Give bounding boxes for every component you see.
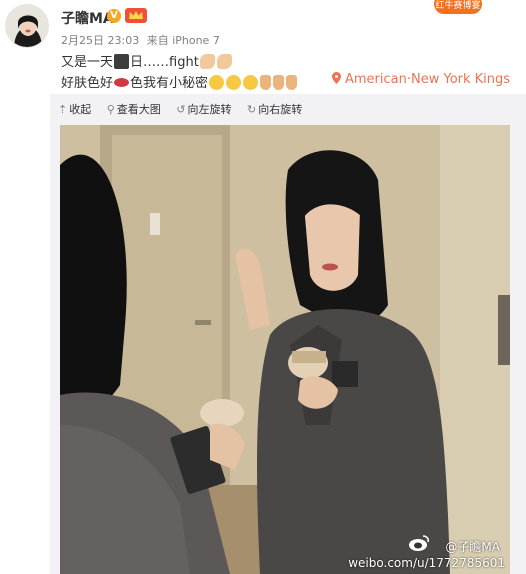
avatar[interactable] bbox=[5, 4, 49, 48]
sleepy-face-icon bbox=[243, 75, 259, 90]
flexed-arm-icon bbox=[199, 54, 215, 69]
username[interactable]: 子瞻MA bbox=[61, 8, 114, 28]
text-fragment: 日……fight bbox=[130, 55, 199, 70]
clapper-board-icon bbox=[114, 54, 130, 69]
post-date[interactable]: 2月25日 23:03 bbox=[61, 34, 139, 47]
rotate-right-button[interactable]: ↻ 向右旋转 bbox=[247, 101, 302, 117]
post-source[interactable]: 来自 iPhone 7 bbox=[147, 34, 220, 47]
location-link[interactable]: American·New York Kings bbox=[332, 72, 510, 87]
location-text: American·New York Kings bbox=[345, 72, 511, 87]
lips-icon bbox=[114, 78, 130, 87]
magnifier-icon: ⚲ bbox=[106, 103, 115, 116]
mirror-selfie-image bbox=[60, 125, 510, 574]
media-toolbar: ⇡ 收起 ⚲ 查看大图 ↺ 向左旋转 ↻ 向右旋转 bbox=[58, 101, 314, 119]
location-pin-icon bbox=[332, 72, 341, 84]
view-large-label: 查看大图 bbox=[116, 103, 161, 116]
corner-badge[interactable]: 红牛赛博宴 bbox=[434, 0, 482, 14]
member-crown-icon[interactable] bbox=[125, 8, 147, 23]
collapse-button[interactable]: ⇡ 收起 bbox=[58, 101, 91, 117]
flexed-arm-icon bbox=[216, 54, 232, 69]
collapse-label: 收起 bbox=[69, 103, 92, 116]
post-text-line-1: 又是一天 日……fight bbox=[61, 51, 233, 70]
collapse-icon: ⇡ bbox=[58, 103, 68, 116]
view-large-button[interactable]: ⚲ 查看大图 bbox=[107, 101, 161, 117]
sleepy-face-icon bbox=[226, 75, 242, 90]
watermark-url: weibo.com/u/1772785601 bbox=[348, 556, 505, 570]
pointing-down-icon bbox=[286, 75, 298, 90]
rotate-left-icon: ↺ bbox=[176, 103, 186, 116]
weibo-logo-icon bbox=[409, 535, 430, 551]
text-fragment: 色我有小秘密 bbox=[130, 76, 209, 91]
post-photo[interactable] bbox=[60, 125, 510, 574]
sleepy-face-icon bbox=[209, 75, 225, 90]
post-text-line-2: 好肤色好 色我有小秘密 bbox=[61, 72, 298, 91]
post-meta: 2月25日 23:03 来自 iPhone 7 bbox=[61, 32, 224, 48]
watermark-account: @子瞻MA bbox=[445, 540, 500, 554]
vip-badge-icon[interactable]: V bbox=[107, 9, 121, 23]
pointing-down-icon bbox=[273, 75, 285, 90]
rotate-right-icon: ↻ bbox=[247, 103, 257, 116]
text-fragment: 好肤色好 bbox=[61, 76, 114, 91]
pointing-down-icon bbox=[260, 75, 272, 90]
weibo-post: 子瞻MA V 红牛赛博宴 2月25日 23:03 来自 iPhone 7 又是一… bbox=[0, 0, 526, 574]
rotate-right-label: 向右旋转 bbox=[258, 103, 303, 116]
text-fragment: 又是一天 bbox=[61, 55, 114, 70]
rotate-left-button[interactable]: ↺ 向左旋转 bbox=[176, 101, 231, 117]
rotate-left-label: 向左旋转 bbox=[187, 103, 232, 116]
